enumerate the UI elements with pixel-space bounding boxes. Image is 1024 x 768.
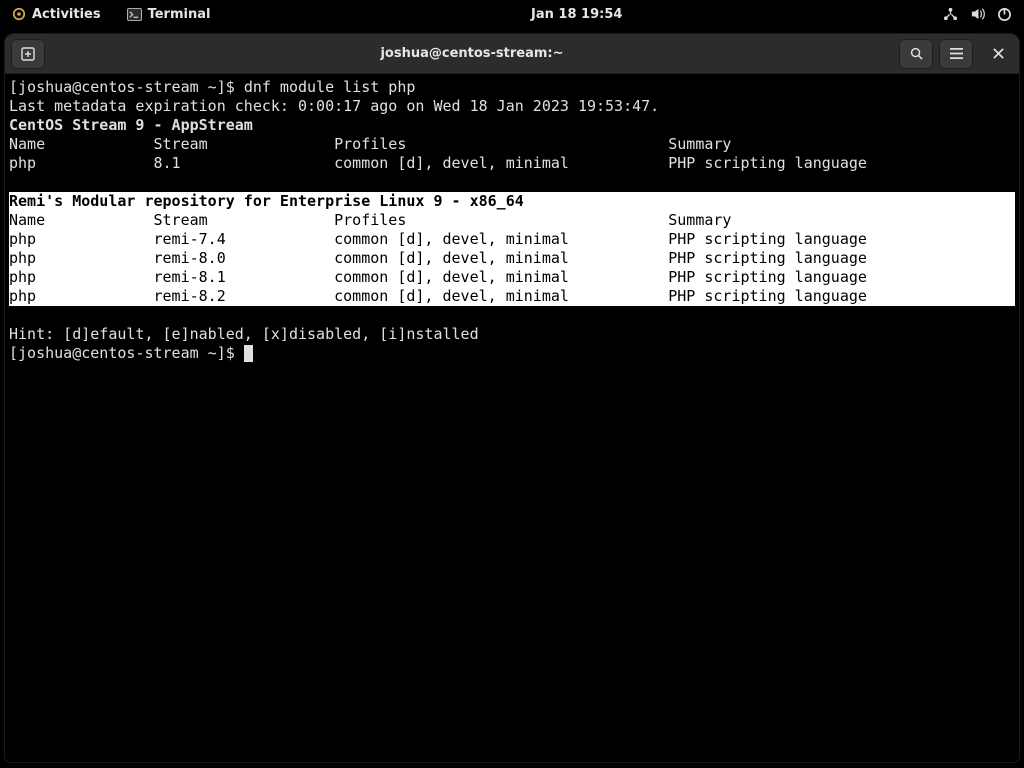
volume-icon [970,7,985,21]
terminal-window: joshua@centos-stream:~ [joshua@centos-st… [4,33,1020,763]
prompt: [joshua@centos-stream ~]$ [9,78,244,96]
new-tab-button[interactable] [11,39,45,69]
module-row: php 8.1 common [d], devel, minimal PHP s… [9,154,867,172]
output-line: Last metadata expiration check: 0:00:17 … [9,97,659,115]
terminal-icon [127,8,142,21]
window-title: joshua@centos-stream:~ [380,46,563,61]
module-row-selected: php remi-8.1 common [d], devel, minimal … [9,268,1015,287]
system-status-area[interactable] [937,5,1018,24]
terminal-viewport[interactable]: [joshua@centos-stream ~]$ dnf module lis… [5,74,1019,762]
network-icon [943,7,958,21]
hamburger-icon [949,47,964,60]
clock-label: Jan 18 19:54 [531,7,622,22]
distro-logo-icon [12,7,26,21]
search-icon [909,46,924,61]
repo-header-selected: Remi's Modular repository for Enterprise… [9,192,1015,211]
prompt: [joshua@centos-stream ~]$ [9,344,244,362]
terminal-cursor [244,345,253,362]
app-menu[interactable]: Terminal [121,5,217,24]
search-button[interactable] [899,39,933,69]
close-icon [992,47,1005,60]
activities-button[interactable]: Activities [6,5,107,24]
column-header: Name Stream Profiles Summary [9,135,731,153]
command: dnf module list php [244,78,416,96]
window-titlebar: joshua@centos-stream:~ [5,34,1019,74]
power-icon [997,7,1012,22]
new-tab-icon [20,46,36,62]
gnome-top-bar: Activities Terminal Jan 18 19:54 [0,0,1024,28]
column-header-selected: Name Stream Profiles Summary [9,211,1015,230]
hamburger-menu-button[interactable] [939,39,973,69]
activities-label: Activities [32,7,101,22]
app-menu-label: Terminal [148,7,211,22]
module-row-selected: php remi-8.0 common [d], devel, minimal … [9,249,1015,268]
clock[interactable]: Jan 18 19:54 [525,5,628,24]
module-row-selected: php remi-8.2 common [d], devel, minimal … [9,287,1015,306]
module-row-selected: php remi-7.4 common [d], devel, minimal … [9,230,1015,249]
window-close-button[interactable] [983,39,1013,69]
repo-header: CentOS Stream 9 - AppStream [9,116,253,134]
hint-line: Hint: [d]efault, [e]nabled, [x]disabled,… [9,325,479,343]
